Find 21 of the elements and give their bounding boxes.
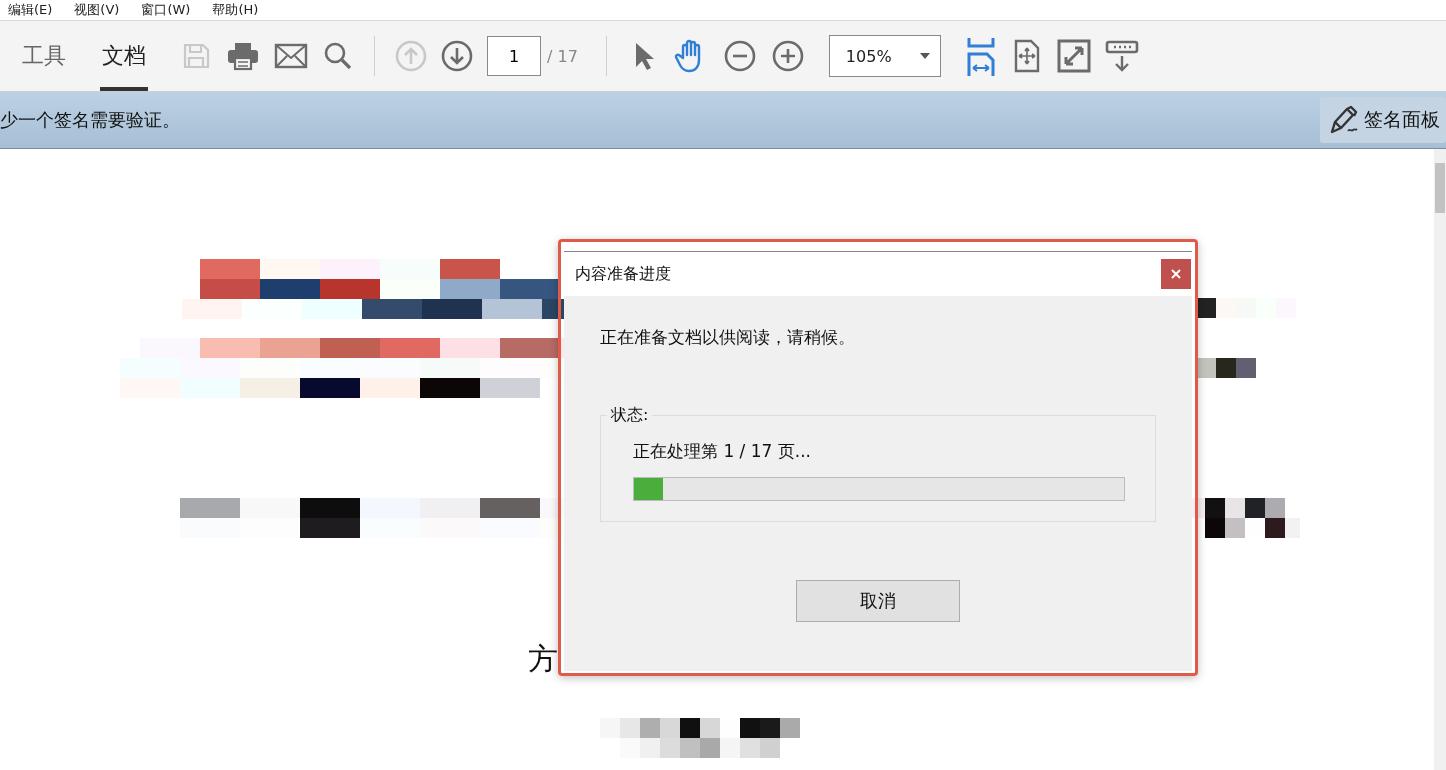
page-total: / 17 — [547, 46, 578, 66]
zoom-dropdown[interactable]: 105% — [828, 35, 941, 77]
toolbar-tab[interactable]: 工具 — [20, 21, 68, 91]
caret-icon — [919, 53, 930, 59]
status-label: 状态: — [610, 405, 650, 426]
page-number-field[interactable]: 1 — [487, 36, 541, 76]
close-icon — [1171, 269, 1181, 279]
menu-item[interactable]: 窗口(W) — [141, 1, 191, 19]
scrollbar[interactable] — [1434, 149, 1446, 770]
dialog-title: 内容准备进度 — [575, 263, 671, 285]
dialog-message: 正在准备文档以供阅读，请稍候。 — [600, 326, 856, 349]
menu-item[interactable]: 编辑(E) — [8, 1, 53, 19]
signature-panel-button[interactable]: 签名面板 — [1320, 97, 1446, 143]
document-text: 方 — [528, 640, 558, 678]
cancel-button[interactable]: 取消 — [796, 580, 960, 622]
menu-item[interactable]: 视图(V) — [74, 1, 120, 19]
progress-text: 正在处理第 1 / 17 页... — [633, 440, 812, 463]
menu-item[interactable]: 帮助(H) — [212, 1, 259, 19]
signature-message: 少一个签名需要验证。 — [0, 108, 180, 132]
close-button[interactable] — [1161, 259, 1191, 289]
scrollbar-thumb[interactable] — [1435, 163, 1445, 213]
